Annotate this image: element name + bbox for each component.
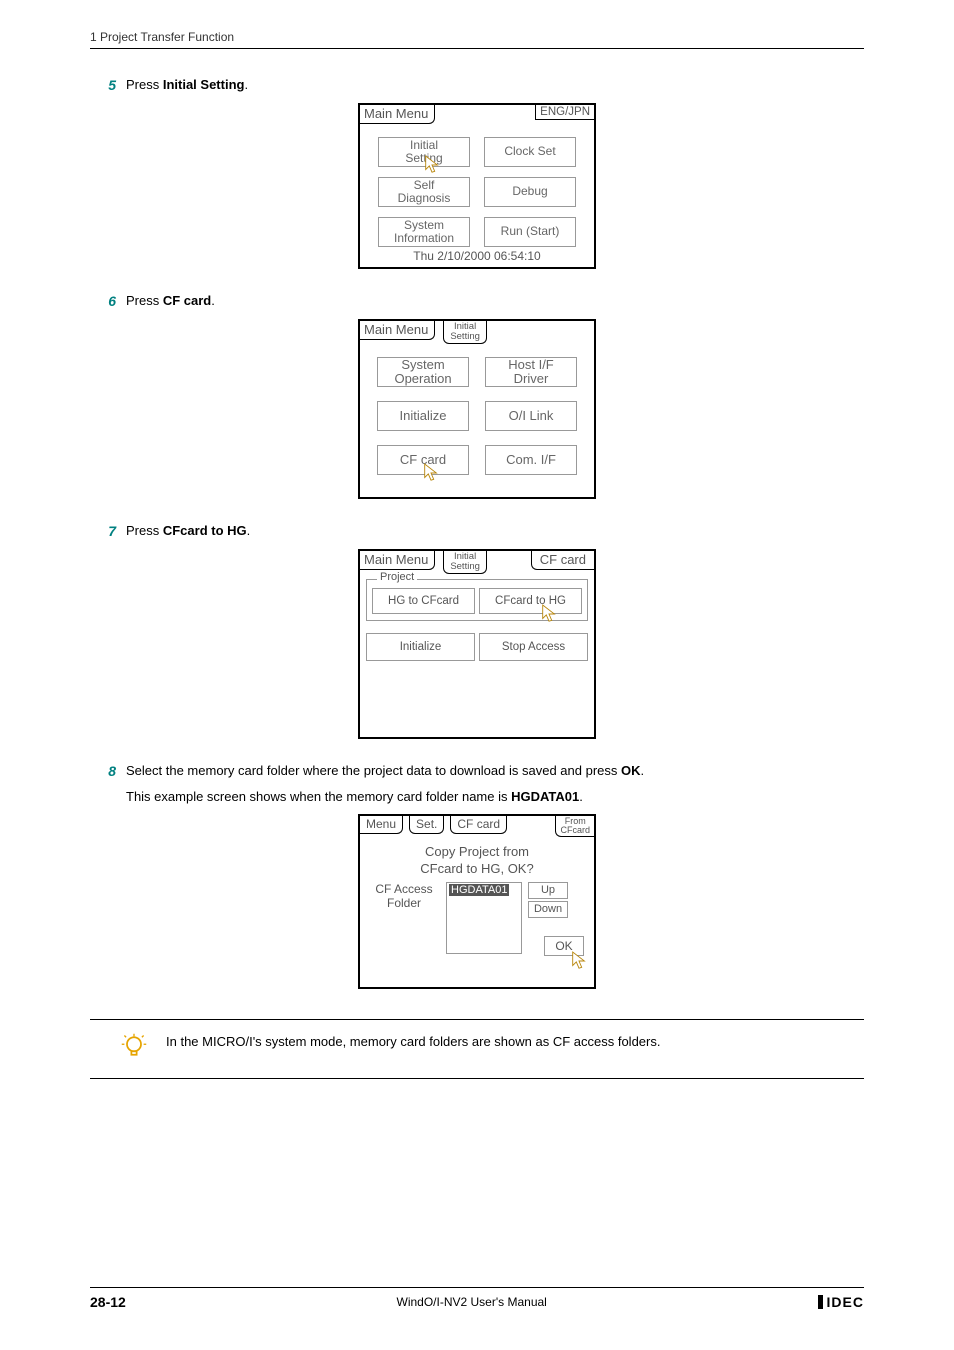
tab-main-menu[interactable]: Main Menu — [360, 105, 435, 124]
brand-logo: IDEC — [818, 1294, 864, 1310]
label-cf-access-folder: CF Access Folder — [368, 882, 440, 911]
btn-cf-card[interactable]: CF card — [377, 445, 469, 475]
btn-initial-setting[interactable]: Initial Setting — [378, 137, 470, 167]
btn-up[interactable]: Up — [528, 882, 568, 899]
status-datetime: Thu 2/10/2000 06:54:10 — [360, 247, 594, 267]
divider — [90, 1019, 864, 1020]
step-6-text: Press CF card. — [126, 293, 864, 308]
group-project: Project HG to CFcard CFcard to HG — [366, 579, 588, 621]
confirm-msg-2: CFcard to HG, OK? — [368, 861, 586, 878]
btn-initialize[interactable]: Initialize — [377, 401, 469, 431]
btn-com-if[interactable]: Com. I/F — [485, 445, 577, 475]
btn-self-diagnosis[interactable]: Self Diagnosis — [378, 177, 470, 207]
step-number-8: 8 — [90, 763, 116, 779]
footer-title: WindO/I-NV2 User's Manual — [397, 1295, 547, 1309]
step-number-7: 7 — [90, 523, 116, 539]
folder-selected: HGDATA01 — [449, 884, 509, 896]
running-header: 1 Project Transfer Function — [90, 30, 864, 49]
page-number: 28-12 — [90, 1294, 126, 1310]
tab-main-menu[interactable]: Main Menu — [360, 551, 435, 570]
step-number-6: 6 — [90, 293, 116, 309]
confirm-msg-1: Copy Project from — [368, 844, 586, 861]
tip-text: In the MICRO/I's system mode, memory car… — [166, 1034, 660, 1049]
btn-system-operation[interactable]: System Operation — [377, 357, 469, 387]
folder-list[interactable]: HGDATA01 — [446, 882, 522, 954]
screen-initial-setting: Main Menu Initial Setting System Operati… — [358, 319, 596, 499]
btn-clock-set[interactable]: Clock Set — [484, 137, 576, 167]
btn-ok[interactable]: OK — [544, 936, 584, 956]
screen-from-cfcard: Menu Set. CF card From CFcard Copy Proje… — [358, 814, 596, 989]
btn-hg-to-cfcard[interactable]: HG to CFcard — [372, 588, 475, 614]
btn-system-information[interactable]: System Information — [378, 217, 470, 247]
step-7-text: Press CFcard to HG. — [126, 523, 864, 538]
screen-cf-card: Main Menu Initial Setting CF card Projec… — [358, 549, 596, 739]
tab-initial-setting[interactable]: Initial Setting — [443, 321, 487, 344]
divider — [90, 1078, 864, 1079]
step-number-5: 5 — [90, 77, 116, 93]
step-6: 6 Press CF card. — [90, 293, 864, 309]
tab-menu[interactable]: Menu — [360, 816, 403, 834]
step-8-line2: This example screen shows when the memor… — [126, 789, 864, 804]
step-8: 8 Select the memory card folder where th… — [90, 763, 864, 779]
btn-stop-access[interactable]: Stop Access — [479, 633, 588, 661]
btn-initialize[interactable]: Initialize — [366, 633, 475, 661]
step-5: 5 Press Initial Setting. — [90, 77, 864, 93]
btn-host-if-driver[interactable]: Host I/F Driver — [485, 357, 577, 387]
group-label-project: Project — [377, 571, 417, 583]
btn-cfcard-to-hg[interactable]: CFcard to HG — [479, 588, 582, 614]
tab-main-menu[interactable]: Main Menu — [360, 321, 435, 340]
btn-oi-link[interactable]: O/I Link — [485, 401, 577, 431]
tip-note: In the MICRO/I's system mode, memory car… — [90, 1028, 864, 1064]
page-footer: 28-12 WindO/I-NV2 User's Manual IDEC — [90, 1287, 864, 1310]
tab-set[interactable]: Set. — [409, 816, 444, 834]
btn-down[interactable]: Down — [528, 901, 568, 918]
btn-run-start[interactable]: Run (Start) — [484, 217, 576, 247]
lightbulb-icon — [120, 1032, 148, 1060]
tab-cf-card[interactable]: CF card — [531, 551, 594, 570]
tab-initial-setting[interactable]: Initial Setting — [443, 551, 487, 574]
step-7: 7 Press CFcard to HG. — [90, 523, 864, 539]
step-8-line1: Select the memory card folder where the … — [126, 763, 864, 778]
tab-cfcard[interactable]: CF card — [450, 816, 507, 834]
tab-from-cfcard[interactable]: From CFcard — [555, 816, 594, 837]
btn-debug[interactable]: Debug — [484, 177, 576, 207]
screen-main-menu: Main Menu ENG/JPN Initial Setting Clock … — [358, 103, 596, 269]
tab-eng-jpn[interactable]: ENG/JPN — [535, 105, 594, 120]
step-5-text: Press Initial Setting. — [126, 77, 864, 92]
